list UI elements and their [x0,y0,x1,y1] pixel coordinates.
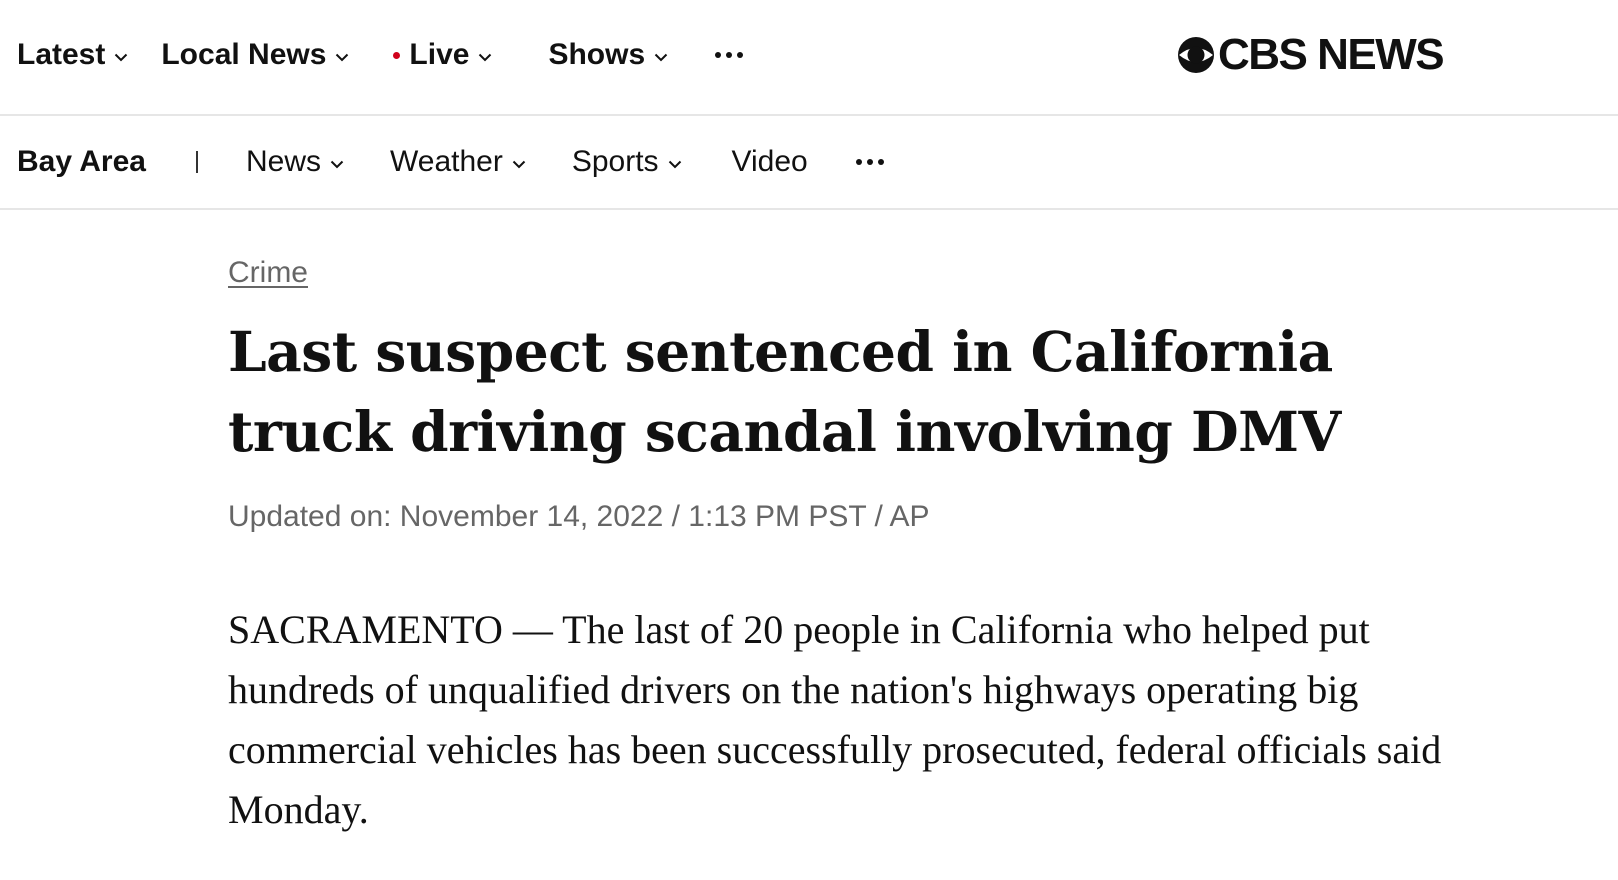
dot [726,52,733,58]
more-dots-icon[interactable] [855,159,884,165]
local-nav: Bay Area News Weather Sports Video [0,116,1618,210]
sub-nav-label: Weather [389,145,503,178]
sub-nav-label: Video [731,145,808,178]
dot [737,52,744,58]
sub-nav-item-sports[interactable]: Sports [572,145,682,179]
nav-item-label: Shows [548,38,646,71]
dot [715,52,722,58]
article: Crime Last suspect sentenced in Californ… [228,256,1518,880]
category-link[interactable]: Crime [228,256,308,290]
cbs-news-logo[interactable]: CBS NEWS [1176,30,1445,79]
chevron-down-icon [654,53,668,61]
more-dots-icon[interactable] [715,52,744,58]
dot [855,159,862,165]
dot [866,159,873,165]
live-indicator-dot [393,51,401,59]
nav-item-local-news[interactable]: Local News [161,38,349,72]
top-header: Latest Local News Live Shows CBS NEWS [0,0,1618,116]
chevron-down-icon [668,160,681,168]
nav-item-label: Latest [17,38,106,71]
main-nav: Latest Local News Live Shows [17,0,744,110]
dot [877,159,884,165]
chevron-down-icon [512,160,526,168]
nav-item-live[interactable]: Live [393,38,492,72]
sub-nav-item-news[interactable]: News [246,145,344,179]
nav-item-label: Local News [161,38,327,71]
nav-item-latest[interactable]: Latest [17,38,128,72]
article-headline: Last suspect sentenced in California tru… [228,319,1341,464]
article-meta: Updated on: November 14, 2022 / 1:13 PM … [228,500,930,533]
chevron-down-icon [115,53,128,61]
chevron-down-icon [479,53,492,61]
chevron-down-icon [330,160,344,168]
nav-item-shows[interactable]: Shows [548,38,668,72]
logo-text: CBS NEWS [1218,30,1445,79]
sub-nav-label: Sports [571,145,659,178]
sub-nav-item-weather[interactable]: Weather [390,145,526,179]
chevron-down-icon [336,53,349,61]
local-brand[interactable]: Bay Area [17,145,146,179]
cbs-eye-icon [1178,37,1214,73]
sub-nav-item-video[interactable]: Video [732,145,808,179]
nav-divider [195,151,198,173]
article-body-paragraph: SACRAMENTO — The last of 20 people in Ca… [228,607,1442,832]
sub-nav-label: News [245,145,321,178]
nav-item-label: Live [409,38,470,71]
